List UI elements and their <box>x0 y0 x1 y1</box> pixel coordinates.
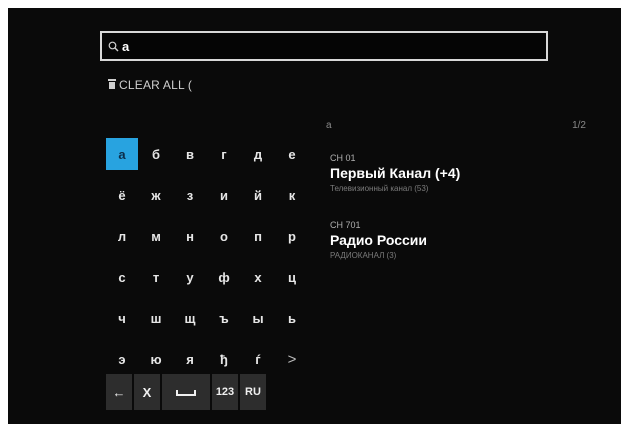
keyboard-key[interactable]: м <box>140 220 172 252</box>
keyboard-key[interactable]: ч <box>106 302 138 334</box>
keyboard-key[interactable]: и <box>208 179 240 211</box>
keyboard-key[interactable]: щ <box>174 302 206 334</box>
language-key[interactable]: RU <box>240 374 266 410</box>
keyboard-row: стуфхц <box>106 261 310 293</box>
keyboard-key[interactable]: я <box>174 343 206 375</box>
search-query: a <box>122 38 130 54</box>
channel-description: Телевизионный канал (53) <box>330 184 429 193</box>
trash-icon <box>108 78 119 92</box>
onscreen-keyboard: а б в г д е ё ж з и й к л м н о п р с т у ф х ц ч ш щ ъ ы ь э ю я ђ ѓ > <box>106 138 310 384</box>
keyboard-key[interactable]: й <box>242 179 274 211</box>
space-key[interactable] <box>162 374 210 410</box>
keyboard-key[interactable]: ы <box>242 302 274 334</box>
keyboard-key[interactable]: о <box>208 220 240 252</box>
backspace-key[interactable]: ← <box>106 374 132 410</box>
keyboard-bottom-row: ← X 123 RU <box>106 374 268 410</box>
channel-name: Первый Канал (+4) <box>330 165 461 181</box>
keyboard-key[interactable]: ж <box>140 179 172 211</box>
keyboard-row: ёжзийк <box>106 179 310 211</box>
channel-description: РАДИОКАНАЛ (3) <box>330 251 397 260</box>
clear-key[interactable]: X <box>134 374 160 410</box>
keyboard-key[interactable]: б <box>140 138 172 170</box>
keyboard-key[interactable]: д <box>242 138 274 170</box>
clear-all-button[interactable]: CLEAR ALL ( <box>108 78 192 92</box>
keyboard-key[interactable]: ю <box>140 343 172 375</box>
keyboard-key[interactable]: ь <box>276 302 308 334</box>
keyboard-row: чшщъыь <box>106 302 310 334</box>
page-indicator: 1/2 <box>572 120 586 131</box>
keyboard-key[interactable]: ђ <box>208 343 240 375</box>
tv-screen: a CLEAR ALL ( абвгде ёжзийк лмнопр стуфхц чш… <box>8 8 621 424</box>
keyboard-key[interactable]: ъ <box>208 302 240 334</box>
keyboard-key[interactable]: л <box>106 220 138 252</box>
clear-all-label: CLEAR ALL ( <box>119 78 193 92</box>
keyboard-key[interactable]: в <box>174 138 206 170</box>
next-page-key[interactable]: > <box>276 343 308 375</box>
space-bar-icon <box>176 385 196 400</box>
keyboard-key[interactable]: з <box>174 179 206 211</box>
results-query-label: a <box>326 120 332 131</box>
keyboard-row: э ю я ђ ѓ > <box>106 343 310 375</box>
keyboard-key[interactable]: ё <box>106 179 138 211</box>
keyboard-key[interactable]: г <box>208 138 240 170</box>
keyboard-key[interactable]: ш <box>140 302 172 334</box>
keyboard-key[interactable]: т <box>140 261 172 293</box>
channel-name: Радио России <box>330 232 428 248</box>
keyboard-key[interactable]: ц <box>276 261 308 293</box>
channel-result[interactable]: CH 01 Первый Канал (+4) Телевизионный ка… <box>330 153 460 193</box>
channel-number: CH 701 <box>330 220 361 230</box>
keyboard-key[interactable]: п <box>242 220 274 252</box>
numbers-key[interactable]: 123 <box>212 374 238 410</box>
keyboard-key[interactable]: у <box>174 261 206 293</box>
keyboard-key[interactable]: ѓ <box>242 343 274 375</box>
search-input[interactable]: a <box>100 31 548 61</box>
keyboard-row: абвгде <box>106 138 310 170</box>
keyboard-key[interactable]: е <box>276 138 308 170</box>
channel-number: CH 01 <box>330 153 356 163</box>
keyboard-key[interactable]: а <box>106 138 138 170</box>
keyboard-key[interactable]: х <box>242 261 274 293</box>
keyboard-row: лмнопр <box>106 220 310 252</box>
keyboard-key[interactable]: к <box>276 179 308 211</box>
keyboard-key[interactable]: э <box>106 343 138 375</box>
keyboard-key[interactable]: ф <box>208 261 240 293</box>
channel-result[interactable]: CH 701 Радио России РАДИОКАНАЛ (3) <box>330 220 427 260</box>
keyboard-key[interactable]: р <box>276 220 308 252</box>
keyboard-key[interactable]: н <box>174 220 206 252</box>
keyboard-key[interactable]: с <box>106 261 138 293</box>
search-icon <box>108 41 119 52</box>
